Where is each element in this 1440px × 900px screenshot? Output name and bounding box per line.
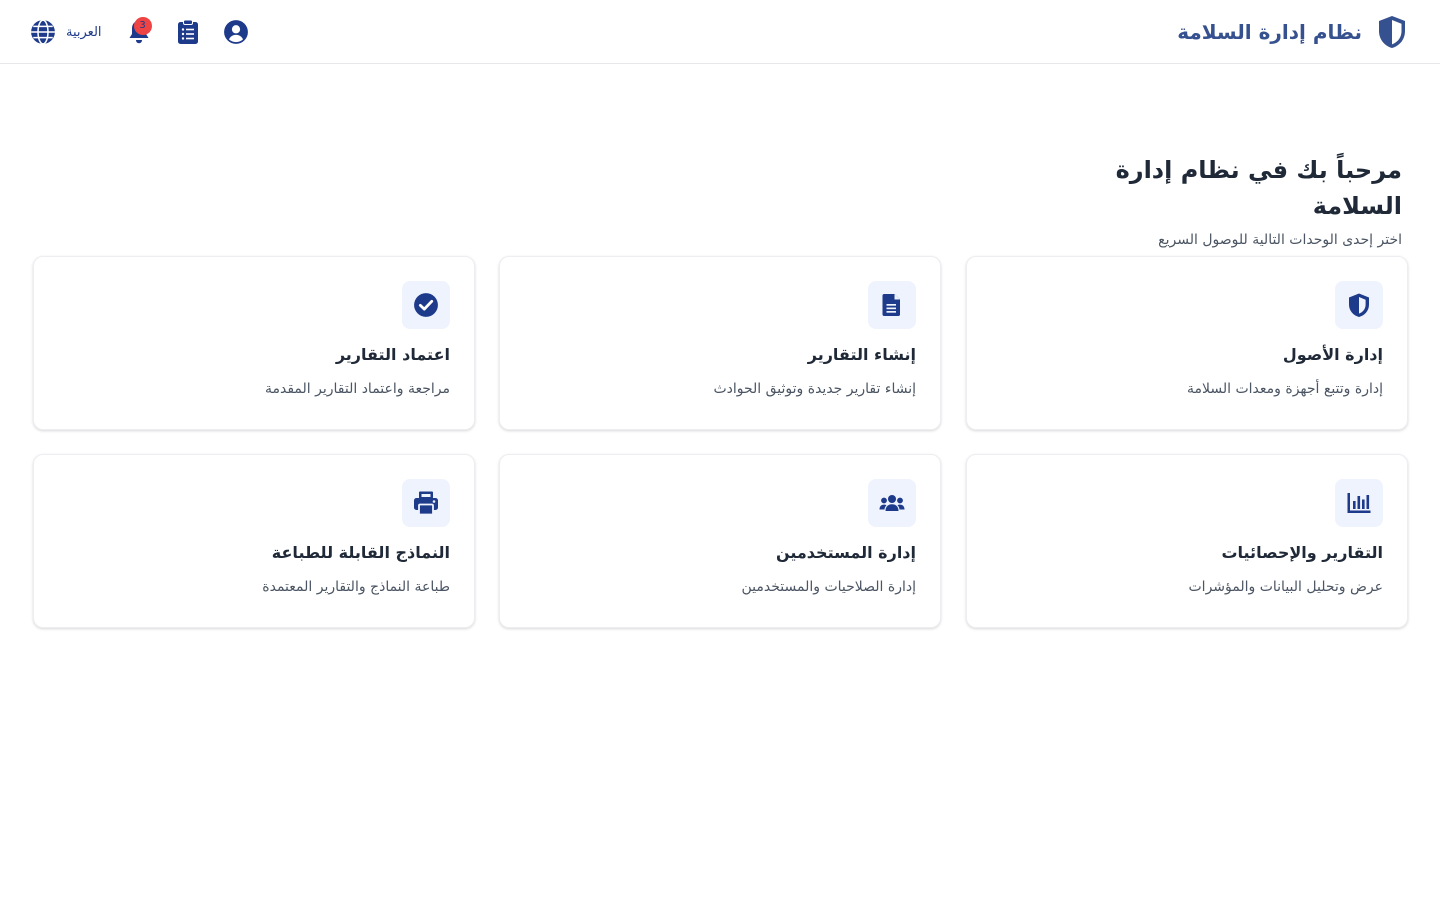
card-title: إدارة المستخدمين bbox=[775, 543, 916, 562]
check-circle-icon bbox=[413, 292, 439, 318]
card-title: إنشاء التقارير bbox=[807, 345, 916, 364]
top-bar: نظام إدارة السلامة العربية 3 bbox=[0, 0, 1440, 64]
language-switcher[interactable]: العربية bbox=[30, 14, 102, 50]
shield-icon bbox=[1376, 14, 1408, 50]
card-icon-container bbox=[1335, 479, 1383, 527]
profile-button[interactable] bbox=[222, 14, 250, 50]
bar-chart-icon bbox=[1346, 491, 1372, 515]
card-description: إدارة الصلاحيات والمستخدمين bbox=[741, 579, 916, 595]
welcome-section: مرحباً بك في نظام إدارة السلامة اختر إحد… bbox=[1042, 152, 1402, 248]
card-title: النماذج القابلة للطباعة bbox=[271, 543, 450, 562]
tasks-button[interactable] bbox=[174, 14, 202, 50]
card-description: إنشاء تقارير جديدة وتوثيق الحوادث bbox=[713, 381, 916, 397]
printer-icon bbox=[413, 490, 439, 516]
notifications-button[interactable]: 3 bbox=[125, 14, 153, 50]
card-icon-container bbox=[402, 479, 450, 527]
card-create-reports[interactable]: إنشاء التقارير إنشاء تقارير جديدة وتوثيق… bbox=[499, 256, 941, 430]
card-description: إدارة وتتبع أجهزة ومعدات السلامة bbox=[1187, 381, 1383, 397]
welcome-title: مرحباً بك في نظام إدارة السلامة bbox=[1115, 156, 1402, 220]
card-icon-container bbox=[868, 281, 916, 329]
file-text-icon bbox=[882, 293, 902, 317]
card-title: اعتماد التقارير bbox=[335, 345, 450, 364]
users-icon bbox=[879, 494, 905, 512]
card-user-management[interactable]: إدارة المستخدمين إدارة الصلاحيات والمستخ… bbox=[499, 454, 941, 628]
shield-icon bbox=[1347, 292, 1371, 318]
app-title: نظام إدارة السلامة bbox=[1177, 20, 1362, 44]
brand[interactable]: نظام إدارة السلامة bbox=[1177, 14, 1408, 50]
card-icon-container bbox=[868, 479, 916, 527]
card-description: مراجعة واعتماد التقارير المقدمة bbox=[265, 381, 450, 397]
card-icon-container bbox=[1335, 281, 1383, 329]
user-circle-icon bbox=[223, 19, 249, 45]
card-description: عرض وتحليل البيانات والمؤشرات bbox=[1188, 579, 1384, 595]
card-title: إدارة الأصول bbox=[1282, 345, 1383, 364]
card-asset-management[interactable]: إدارة الأصول إدارة وتتبع أجهزة ومعدات ال… bbox=[966, 256, 1408, 430]
notification-count-badge: 3 bbox=[133, 17, 152, 35]
card-printable-forms[interactable]: النماذج القابلة للطباعة طباعة النماذج وا… bbox=[33, 454, 475, 628]
card-reports-statistics[interactable]: التقارير والإحصائيات عرض وتحليل البيانات… bbox=[966, 454, 1408, 628]
language-label: العربية bbox=[66, 24, 102, 40]
card-description: طباعة النماذج والتقارير المعتمدة bbox=[262, 579, 450, 595]
card-approve-reports[interactable]: اعتماد التقارير مراجعة واعتماد التقارير … bbox=[33, 256, 475, 430]
globe-icon bbox=[30, 19, 56, 45]
card-title: التقارير والإحصائيات bbox=[1221, 543, 1383, 562]
clipboard-icon bbox=[177, 19, 199, 45]
header-toolbar: العربية 3 bbox=[30, 14, 250, 50]
welcome-subtitle: اختر إحدى الوحدات التالية للوصول السريع bbox=[1158, 232, 1402, 248]
card-icon-container bbox=[402, 281, 450, 329]
